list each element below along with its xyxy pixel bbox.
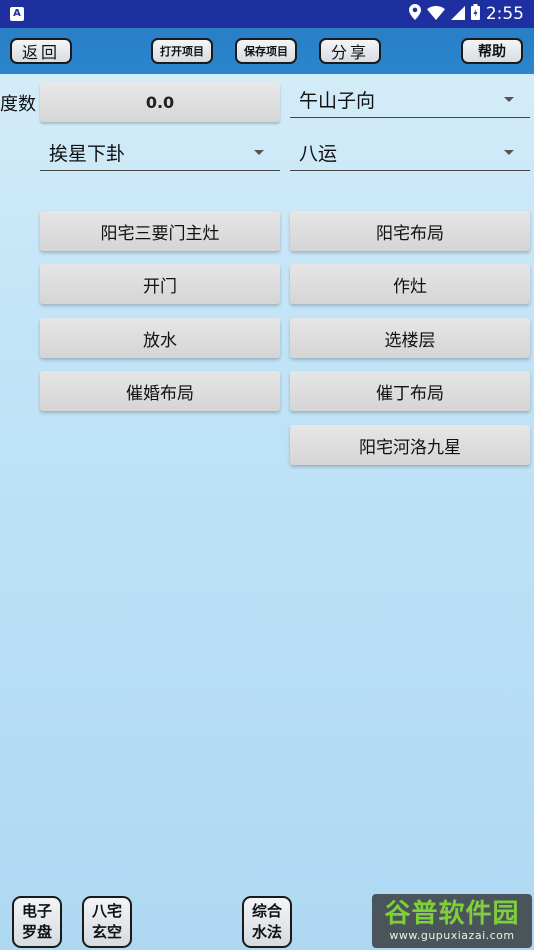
location-icon — [408, 4, 421, 24]
offspring-layout-button[interactable]: 催丁布局 — [290, 371, 530, 411]
select-floor-button[interactable]: 选楼层 — [290, 318, 530, 358]
watermark-url: www.gupuxiazai.com — [389, 929, 515, 942]
eight-mansions-line2: 玄空 — [91, 923, 122, 941]
status-bar: A 2:55 — [0, 0, 534, 28]
clock: 2:55 — [485, 4, 524, 24]
hetu-luoshu-nine-stars-button[interactable]: 阳宅河洛九星 — [290, 425, 530, 465]
app-notification-icon: A — [10, 7, 24, 21]
water-method-line1: 综合 — [251, 902, 282, 920]
eight-mansions-line1: 八宅 — [91, 902, 122, 920]
degree-label: 度数 — [0, 94, 36, 115]
save-project-button[interactable]: 保存项目 — [235, 38, 297, 64]
degree-input[interactable]: 0.0 — [40, 82, 280, 122]
house-layout-button[interactable]: 阳宅布局 — [290, 211, 530, 251]
period-dropdown[interactable]: 八运 — [290, 135, 530, 171]
back-button[interactable]: 返回 — [10, 38, 72, 64]
stove-button[interactable]: 作灶 — [290, 264, 530, 304]
star-method-value: 挨星下卦 — [49, 143, 126, 165]
top-toolbar: 返回 打开项目 保存项目 分享 帮助 — [0, 28, 534, 74]
dropdown-arrow-icon — [504, 97, 514, 102]
site-watermark: 谷普软件园 www.gupuxiazai.com — [372, 894, 532, 948]
compass-button-line2: 罗盘 — [21, 923, 52, 941]
period-value: 八运 — [299, 143, 338, 165]
star-method-dropdown[interactable]: 挨星下卦 — [40, 135, 280, 171]
help-button[interactable]: 帮助 — [461, 38, 523, 64]
signal-icon — [450, 5, 465, 24]
marriage-layout-button[interactable]: 催婚布局 — [40, 371, 280, 411]
compass-button-line1: 电子 — [21, 902, 52, 920]
share-button[interactable]: 分享 — [319, 38, 381, 64]
facing-value: 午山子向 — [299, 90, 376, 112]
open-project-button[interactable]: 打开项目 — [151, 38, 213, 64]
watermark-title: 谷普软件园 — [384, 899, 520, 929]
dropdown-arrow-icon — [254, 150, 264, 155]
battery-icon — [470, 4, 480, 24]
dropdown-arrow-icon — [504, 150, 514, 155]
facing-dropdown[interactable]: 午山子向 — [290, 82, 530, 118]
water-method-button[interactable]: 综合 水法 — [242, 896, 292, 948]
water-release-button[interactable]: 放水 — [40, 318, 280, 358]
compass-button[interactable]: 电子 罗盘 — [12, 896, 62, 948]
water-method-line2: 水法 — [251, 923, 282, 941]
open-door-button[interactable]: 开门 — [40, 264, 280, 304]
wifi-icon — [426, 5, 445, 24]
eight-mansions-button[interactable]: 八宅 玄空 — [82, 896, 132, 948]
three-essentials-button[interactable]: 阳宅三要门主灶 — [40, 211, 280, 251]
